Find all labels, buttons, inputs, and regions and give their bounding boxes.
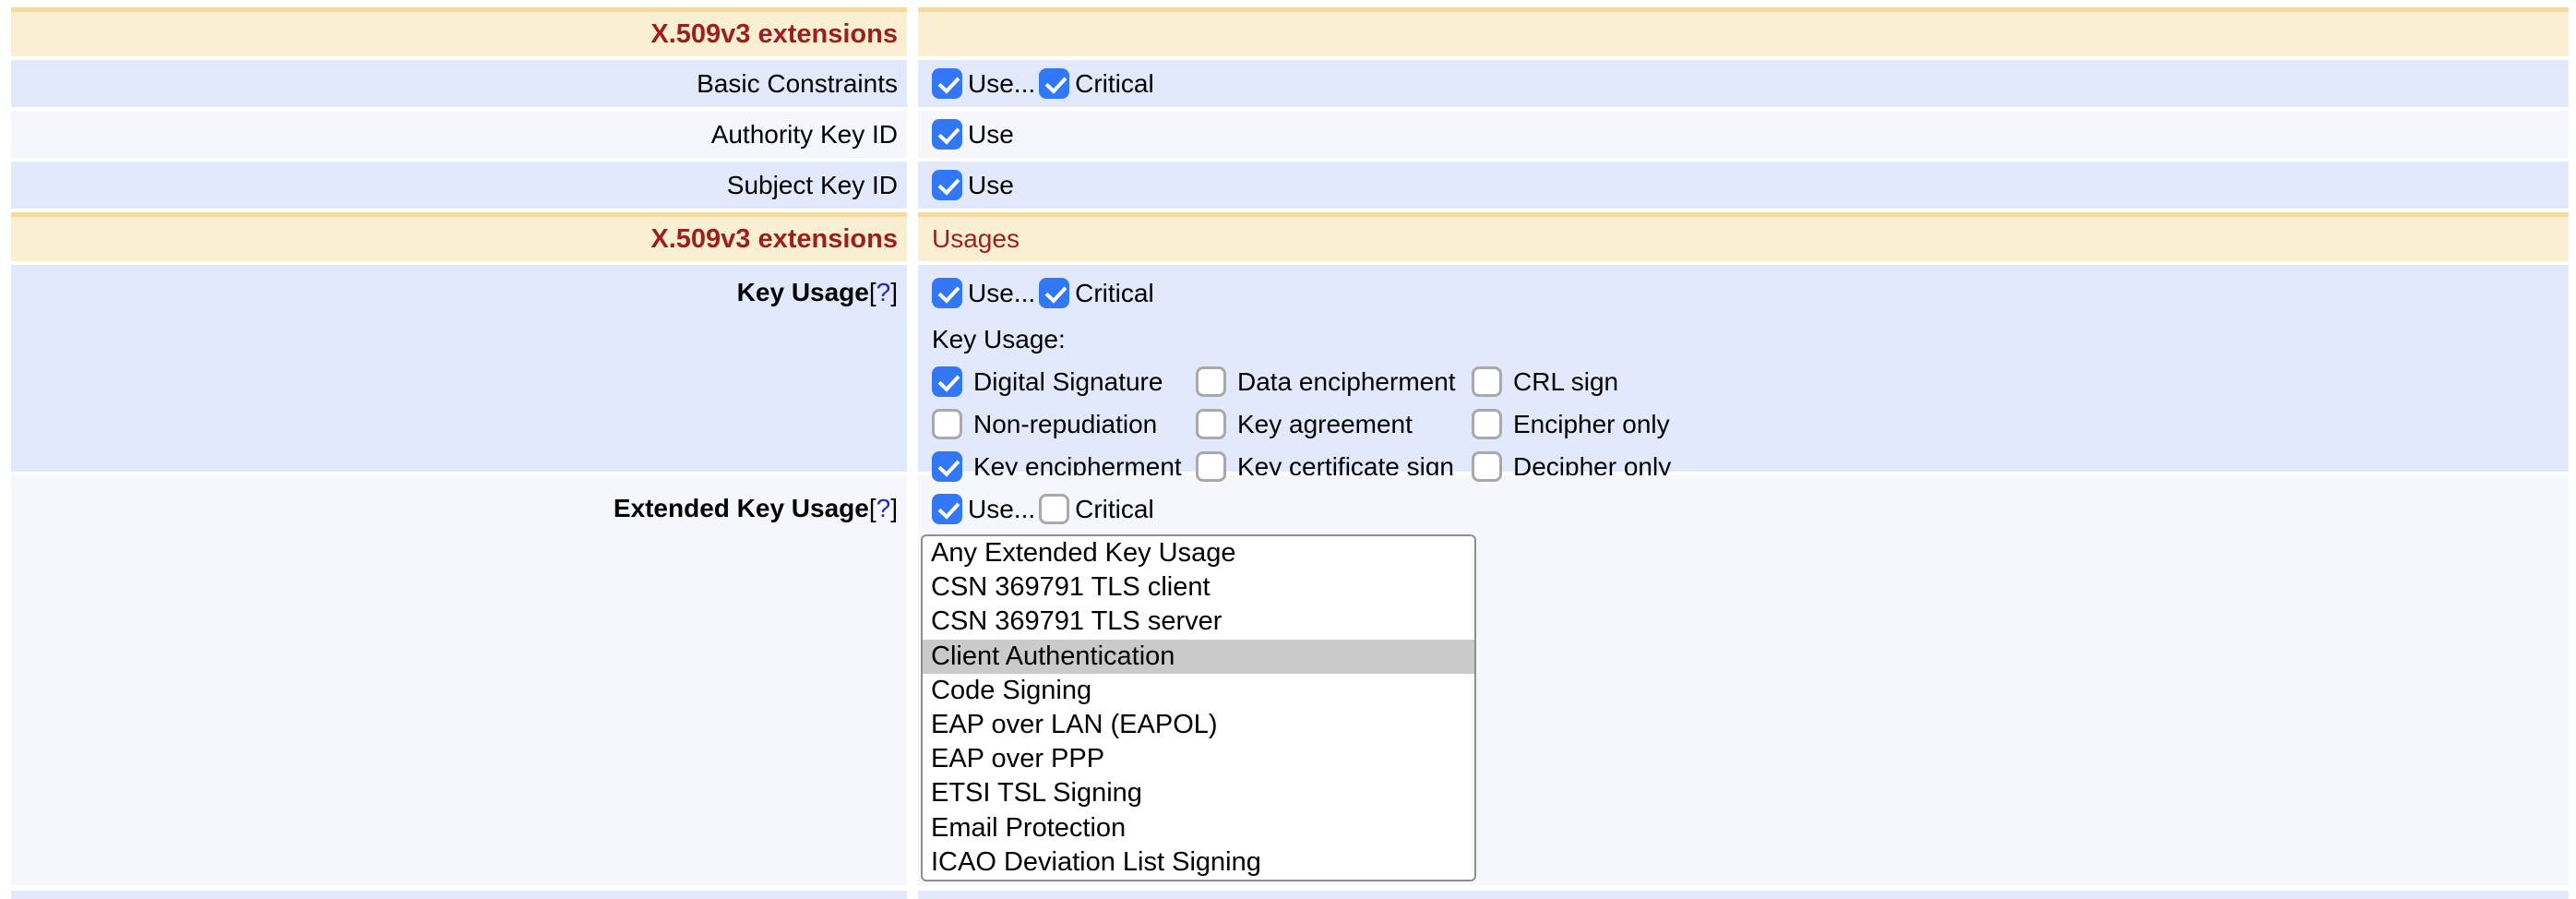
key-usage-options-grid: Digital Signature Data encipherment CRL … [932, 366, 2569, 482]
key-usage-option: Data encipherment [1196, 366, 1472, 397]
section-subtitle: Usages [918, 212, 2569, 261]
non-repudiation-checkbox[interactable] [932, 409, 962, 439]
use-checkbox-label[interactable]: Use... [968, 279, 1035, 308]
row-controls: Use... Critical Key Usage: Digital Signa… [918, 265, 2569, 472]
key-certificate-sign-checkbox[interactable] [1196, 451, 1226, 482]
checkbox-label[interactable]: Non-repudiation [973, 410, 1157, 439]
extensions-table: X.509v3 extensions Basic Constraints Use… [0, 0, 2576, 899]
table-row-basic-constraints: Basic Constraints Use... Critical [11, 60, 2569, 107]
row-controls: Use... Critical Any Extended Key Usage C… [918, 475, 2569, 885]
use-checkbox-label[interactable]: Use... [968, 495, 1035, 524]
checkbox-label[interactable]: Encipher only [1513, 410, 1670, 439]
use-checkbox-label[interactable]: Use... [968, 69, 1035, 99]
use-checkbox-label[interactable]: Use [968, 120, 1014, 150]
listbox-option-icao-deviation-list-signing[interactable]: ICAO Deviation List Signing [923, 845, 1474, 880]
help-question-icon[interactable]: ? [877, 494, 891, 522]
listbox-option-csn-369791-tls-server[interactable]: CSN 369791 TLS server [923, 605, 1474, 639]
critical-checkbox[interactable] [1039, 494, 1069, 524]
decipher-only-checkbox[interactable] [1472, 451, 1502, 482]
key-usage-group-label: Key Usage: [932, 325, 2569, 354]
key-usage-option: CRL sign [1472, 366, 2569, 397]
row-controls: Use... Critical [918, 60, 2569, 107]
key-agreement-checkbox[interactable] [1196, 409, 1226, 439]
field-label: Key Usage [737, 278, 869, 307]
help-question-icon[interactable]: ? [877, 278, 891, 306]
crl-sign-checkbox[interactable] [1472, 366, 1502, 397]
critical-checkbox-label[interactable]: Critical [1075, 495, 1154, 524]
section-subtitle [918, 7, 2569, 56]
use-checkbox[interactable] [932, 68, 962, 99]
critical-checkbox[interactable] [1039, 278, 1069, 308]
key-usage-option: Key agreement [1196, 409, 1472, 439]
help-bracket-open: [ [869, 494, 877, 522]
row-controls [918, 891, 2569, 899]
certificate-profile-extensions-page: X.509v3 extensions Basic Constraints Use… [0, 0, 2576, 899]
listbox-option-any-extended-key-usage[interactable]: Any Extended Key Usage [923, 536, 1474, 570]
key-encipherment-checkbox[interactable] [932, 451, 962, 482]
section-header-row-2: X.509v3 extensions Usages [11, 212, 2569, 261]
data-encipherment-checkbox[interactable] [1196, 366, 1226, 397]
row-label-basic-constraints: Basic Constraints [11, 60, 907, 107]
table-row-authority-key-id: Authority Key ID Use [11, 111, 2569, 158]
help-link: [?] [869, 278, 898, 307]
checkbox-label[interactable]: Digital Signature [973, 367, 1163, 397]
critical-checkbox-label[interactable]: Critical [1075, 279, 1154, 308]
extended-key-usage-listbox[interactable]: Any Extended Key Usage CSN 369791 TLS cl… [921, 534, 1476, 881]
help-bracket-close: ] [890, 494, 898, 522]
listbox-option-etsi-tsl-signing[interactable]: ETSI TSL Signing [923, 776, 1474, 810]
listbox-option-client-authentication[interactable]: Client Authentication [923, 640, 1474, 674]
key-usage-option: Non-repudiation [932, 409, 1196, 439]
row-controls: Use [918, 162, 2569, 209]
table-row-extended-key-usage: Extended Key Usage[?] Use... Critical An… [11, 475, 2569, 885]
row-label [11, 891, 907, 899]
listbox-option-eap-over-ppp[interactable]: EAP over PPP [923, 742, 1474, 776]
row-label-subject-key-id: Subject Key ID [11, 162, 907, 209]
section-title: X.509v3 extensions [11, 7, 907, 56]
row-label-extended-key-usage: Extended Key Usage[?] [11, 475, 907, 885]
use-checkbox[interactable] [932, 494, 962, 524]
listbox-option-eap-over-lan[interactable]: EAP over LAN (EAPOL) [923, 708, 1474, 742]
critical-checkbox[interactable] [1039, 68, 1069, 99]
checkbox-label[interactable]: CRL sign [1513, 367, 1618, 397]
digital-signature-checkbox[interactable] [932, 366, 962, 397]
row-controls: Use [918, 111, 2569, 158]
encipher-only-checkbox[interactable] [1472, 409, 1502, 439]
key-usage-option: Encipher only [1472, 409, 2569, 439]
row-label-authority-key-id: Authority Key ID [11, 111, 907, 158]
use-checkbox[interactable] [932, 278, 962, 308]
help-bracket-close: ] [890, 278, 898, 306]
help-link: [?] [869, 494, 898, 523]
use-checkbox[interactable] [932, 170, 962, 200]
section-header-row-1: X.509v3 extensions [11, 7, 2569, 56]
listbox-option-csn-369791-tls-client[interactable]: CSN 369791 TLS client [923, 570, 1474, 605]
checkbox-label[interactable]: Key agreement [1237, 410, 1413, 439]
listbox-option-code-signing[interactable]: Code Signing [923, 674, 1474, 708]
table-row-next-partial [11, 891, 2569, 899]
checkbox-label[interactable]: Data encipherment [1237, 367, 1456, 397]
use-critical-line: Use... Critical [932, 278, 2569, 308]
table-row-subject-key-id: Subject Key ID Use [11, 162, 2569, 209]
use-checkbox-label[interactable]: Use [968, 171, 1014, 200]
help-bracket-open: [ [869, 278, 877, 306]
use-checkbox[interactable] [932, 119, 962, 150]
table-row-key-usage: Key Usage[?] Use... Critical Key Usage: … [11, 265, 2569, 472]
critical-checkbox-label[interactable]: Critical [1075, 69, 1154, 99]
field-label: Extended Key Usage [614, 494, 869, 523]
key-usage-option: Digital Signature [932, 366, 1196, 397]
section-title: X.509v3 extensions [11, 212, 907, 261]
use-critical-line: Use... Critical [932, 494, 2569, 524]
row-label-key-usage: Key Usage[?] [11, 265, 907, 472]
listbox-option-email-protection[interactable]: Email Protection [923, 811, 1474, 845]
